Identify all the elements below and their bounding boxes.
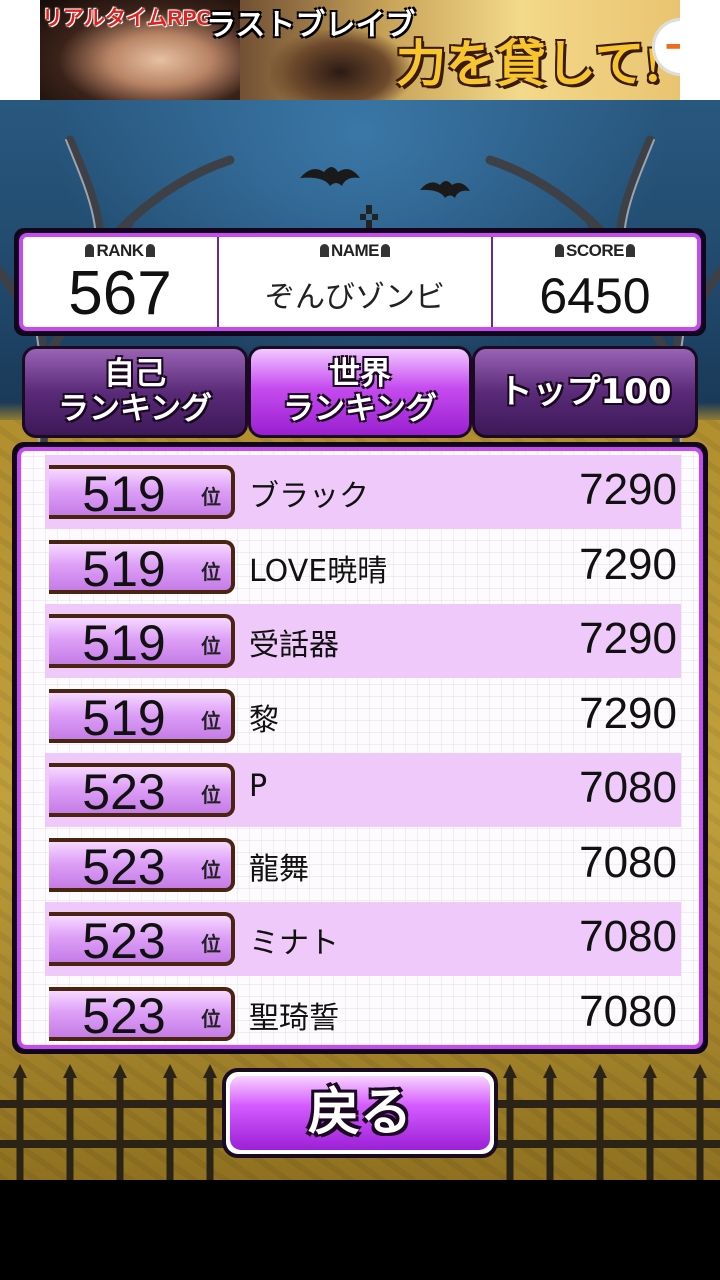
rank-number: 523 <box>82 987 166 1044</box>
ad-banner[interactable]: リアルタイムRPG ラストブレイブ 力を貸して! ➔ <box>40 0 680 100</box>
player-score: 7290 <box>579 688 677 738</box>
ad-title-text: ラストブレイブ <box>206 9 416 42</box>
rank-number: 523 <box>82 764 166 820</box>
rank-number: 519 <box>82 540 166 597</box>
rank-number: 523 <box>82 913 166 969</box>
rank-suffix: 位 <box>201 708 221 733</box>
name-value: ぞんびゾンビ <box>265 280 445 315</box>
player-name: 黎 <box>249 702 279 738</box>
rank-number: 519 <box>82 615 166 671</box>
rank-badge: 519 位 <box>49 614 235 671</box>
ranking-row: 519 位 ブラック 7290 <box>45 455 681 529</box>
ranking-row: 523 位 ミナト 7080 <box>45 902 681 976</box>
ad-banner-area: リアルタイムRPG ラストブレイブ 力を貸して! ➔ <box>0 0 720 100</box>
score-label: SCORE <box>566 241 624 260</box>
player-name: LOVE暁晴 <box>249 553 388 589</box>
player-name: ブラック <box>249 479 369 514</box>
rank-number: 519 <box>82 466 166 522</box>
ranking-list-panel: 519 位ブラック 7290 519 位 LOVE暁晴 7290 519 位受話器 7290 519… <box>12 442 708 1054</box>
player-name: 聖琦誓 <box>249 1000 339 1036</box>
rank-badge: 523 位 <box>49 837 235 895</box>
rank-badge: 519 位 <box>49 539 235 597</box>
player-name: P <box>249 769 268 804</box>
player-name: ミナト <box>249 926 339 961</box>
rank-badge: 519 位 <box>49 465 235 522</box>
player-score: 7290 <box>579 614 677 663</box>
back-button-label: 戻る <box>230 1076 490 1150</box>
player-score: 7080 <box>579 986 677 1036</box>
player-name: 受話器 <box>249 628 339 663</box>
tombstone-icon <box>381 244 391 257</box>
rank-number: 519 <box>82 689 166 746</box>
player-score: 7080 <box>579 837 677 887</box>
back-button[interactable]: 戻る <box>222 1068 498 1158</box>
player-stats-panel: RANK 567 NAME ぞんびゾンビ SCORE 6450 <box>14 228 706 336</box>
tombstone-icon <box>625 244 635 257</box>
rank-suffix: 位 <box>201 783 221 807</box>
ranking-row: 523 位 聖琦誓 7080 <box>45 977 681 1046</box>
tab-label-line1: 世界 <box>329 356 391 392</box>
tab-label-line2: ランキング <box>57 391 213 427</box>
tombstone-icon <box>319 244 329 257</box>
rank-badge: 523 位 <box>49 763 235 820</box>
bottom-bar <box>0 1180 720 1280</box>
tab-label-line1: 自己 <box>104 356 166 392</box>
rank-badge: 519 位 <box>49 688 235 746</box>
tab-world-ranking[interactable]: 世界 ランキング <box>248 346 472 438</box>
rank-suffix: 位 <box>201 1006 221 1031</box>
rank-number: 523 <box>82 838 166 895</box>
score-value: 6450 <box>539 268 651 324</box>
ad-genre-text: リアルタイムRPG <box>42 7 213 30</box>
rank-suffix: 位 <box>201 857 221 882</box>
name-cell: NAME ぞんびゾンビ <box>219 237 493 327</box>
tab-top-100[interactable]: トップ100 <box>472 346 698 438</box>
player-score: 7080 <box>579 912 677 961</box>
ranking-row: 519 位 LOVE暁晴 7290 <box>45 530 681 604</box>
tombstone-icon <box>555 244 565 257</box>
name-label: NAME <box>330 241 380 260</box>
tab-label-line2: ランキング <box>282 391 438 427</box>
rank-label: RANK <box>96 241 144 260</box>
player-score: 7290 <box>579 539 677 589</box>
rank-value: 567 <box>68 259 172 328</box>
rank-badge: 523 位 <box>49 986 235 1044</box>
player-score: 7290 <box>579 465 677 514</box>
rank-suffix: 位 <box>201 634 221 658</box>
tab-self-ranking[interactable]: 自己 ランキング <box>22 346 248 438</box>
score-cell: SCORE 6450 <box>493 237 697 327</box>
player-score: 7080 <box>579 763 677 812</box>
rank-suffix: 位 <box>201 932 221 956</box>
tombstone-icon <box>85 244 95 257</box>
rank-suffix: 位 <box>201 559 221 584</box>
ranking-row: 523 位 龍舞 7080 <box>45 828 681 902</box>
ranking-list[interactable]: 519 位ブラック 7290 519 位 LOVE暁晴 7290 519 位受話器 7290 519… <box>17 447 703 1049</box>
player-name: 龍舞 <box>249 851 309 887</box>
ad-slogan-text: 力を貸して! <box>396 36 662 92</box>
ranking-row: 523 位 P 7080 <box>45 753 681 827</box>
tombstone-icon <box>145 244 155 257</box>
rank-badge: 523 位 <box>49 912 235 969</box>
ranking-row: 519 位 受話器 7290 <box>45 604 681 678</box>
ranking-row: 519 位 黎 7290 <box>45 679 681 753</box>
rank-cell: RANK 567 <box>23 237 219 327</box>
rank-suffix: 位 <box>201 485 221 509</box>
